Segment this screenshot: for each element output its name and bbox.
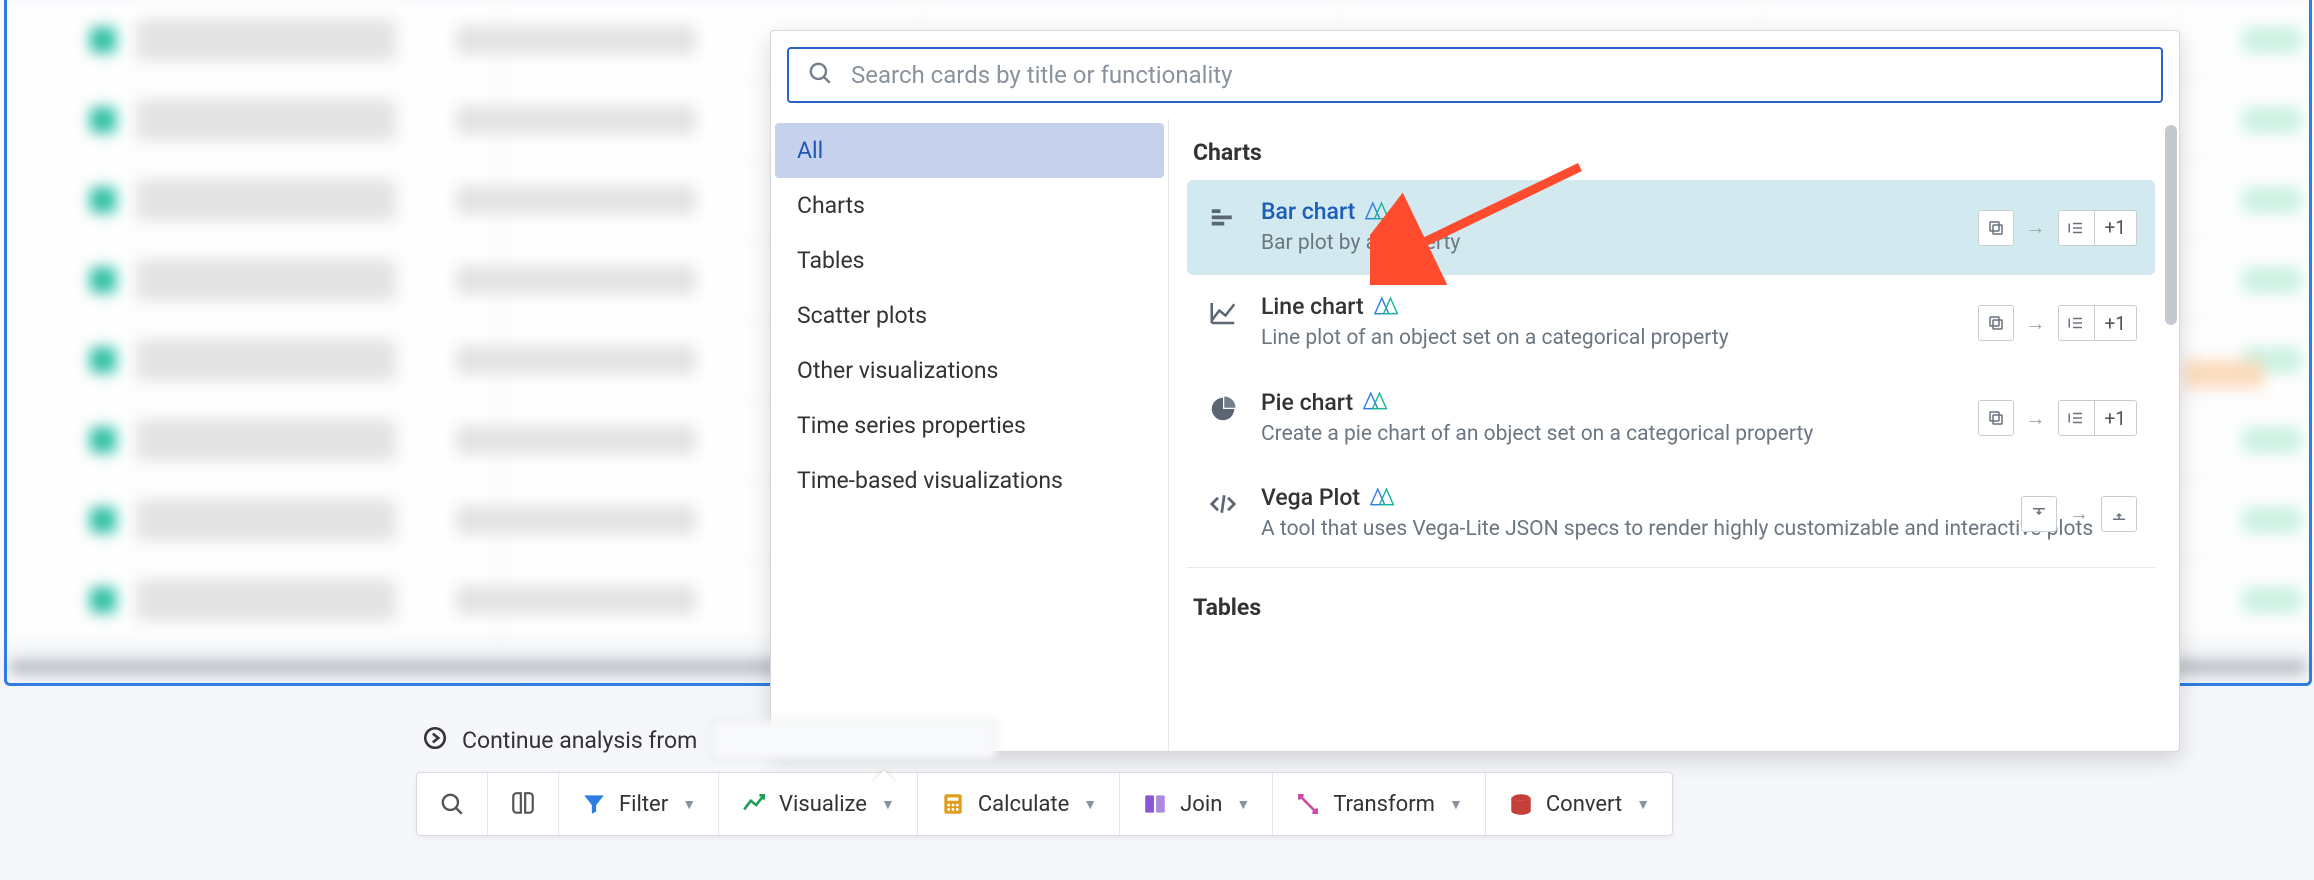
toolbar-join-button[interactable]: Join ▼: [1120, 773, 1273, 835]
card-desc: A tool that uses Vega-Lite JSON specs to…: [1261, 515, 2135, 543]
results-list[interactable]: Charts Bar chart Bar plot by a property: [1169, 119, 2179, 751]
toolbar-transform-label: Transform: [1333, 792, 1435, 817]
collapse-button[interactable]: [2021, 496, 2057, 532]
card-bar-chart[interactable]: Bar chart Bar plot by a property → +1: [1187, 180, 2155, 275]
toolbar-calculate-label: Calculate: [978, 792, 1069, 817]
duplicate-button[interactable]: [1978, 400, 2014, 436]
overlap-icon: [1365, 199, 1391, 225]
plus-count: +1: [2095, 407, 2136, 430]
expand-button[interactable]: [2101, 496, 2137, 532]
chevron-down-icon: ▼: [881, 796, 895, 813]
card-title: Pie chart: [1261, 389, 1353, 416]
continue-target-chip[interactable]: [711, 720, 997, 760]
toolbar-convert-label: Convert: [1546, 792, 1622, 817]
sidebar-item-timebased[interactable]: Time-based visualizations: [775, 453, 1164, 508]
sidebar-item-tables[interactable]: Tables: [775, 233, 1164, 288]
pie-chart-icon: [1207, 393, 1239, 425]
chevron-down-icon: ▼: [1083, 796, 1097, 813]
analysis-toolbar: Filter ▼ Visualize ▼ Calculate ▼ Join ▼ …: [416, 772, 1673, 836]
chevron-down-icon: ▼: [1236, 796, 1250, 813]
overlap-icon: [1370, 485, 1396, 511]
chevron-down-icon: ▼: [1636, 796, 1650, 813]
arrow-icon: →: [2069, 501, 2089, 526]
search-box[interactable]: [787, 47, 2163, 103]
duplicate-button[interactable]: [1978, 210, 2014, 246]
toolbar-filter-label: Filter: [619, 792, 668, 817]
search-icon: [807, 60, 833, 90]
plus-count: +1: [2095, 216, 2136, 239]
search-input[interactable]: [851, 61, 2143, 89]
sidebar-item-other[interactable]: Other visualizations: [775, 343, 1164, 398]
sidebar-item-timeseries[interactable]: Time series properties: [775, 398, 1164, 453]
category-sidebar: All Charts Tables Scatter plots Other vi…: [771, 119, 1169, 751]
overlap-icon: [1374, 294, 1400, 320]
section-title-charts: Charts: [1187, 119, 2155, 180]
sidebar-item-scatter[interactable]: Scatter plots: [775, 288, 1164, 343]
card-line-chart[interactable]: Line chart Line plot of an object set on…: [1187, 275, 2155, 370]
toolbar-visualize-button[interactable]: Visualize ▼: [719, 773, 918, 835]
card-title: Vega Plot: [1261, 484, 1360, 511]
expand-button[interactable]: +1: [2058, 210, 2137, 246]
continue-icon: [422, 725, 448, 755]
results-scrollbar[interactable]: [2165, 125, 2177, 325]
continue-label: Continue analysis from: [462, 727, 697, 754]
card-title: Bar chart: [1261, 198, 1355, 225]
expand-button[interactable]: +1: [2058, 400, 2137, 436]
arrow-icon: →: [2026, 215, 2046, 240]
chevron-down-icon: ▼: [1449, 796, 1463, 813]
sidebar-item-charts[interactable]: Charts: [775, 178, 1164, 233]
toolbar-transform-button[interactable]: Transform ▼: [1273, 773, 1486, 835]
toolbar-search-button[interactable]: [417, 773, 488, 835]
toolbar-join-label: Join: [1180, 792, 1222, 817]
arrow-icon: →: [2026, 406, 2046, 431]
toolbar-convert-button[interactable]: Convert ▼: [1486, 773, 1672, 835]
chevron-down-icon: ▼: [682, 796, 696, 813]
toolbar-caret: [872, 770, 896, 782]
code-icon: [1207, 488, 1239, 520]
section-title-tables: Tables: [1187, 574, 2155, 635]
line-chart-icon: [1207, 297, 1239, 329]
toolbar-calculate-button[interactable]: Calculate ▼: [918, 773, 1120, 835]
card-pie-chart[interactable]: Pie chart Create a pie chart of an objec…: [1187, 371, 2155, 466]
card-vega-plot[interactable]: Vega Plot A tool that uses Vega-Lite JSO…: [1187, 466, 2155, 561]
overlap-icon: [1363, 389, 1389, 415]
toolbar-filter-button[interactable]: Filter ▼: [559, 773, 719, 835]
sidebar-item-all[interactable]: All: [775, 123, 1164, 178]
expand-button[interactable]: +1: [2058, 305, 2137, 341]
continue-analysis-row: Continue analysis from: [416, 720, 1673, 760]
duplicate-button[interactable]: [1978, 305, 2014, 341]
toolbar-visualize-label: Visualize: [779, 792, 867, 817]
card-title: Line chart: [1261, 293, 1364, 320]
toolbar-library-button[interactable]: [488, 773, 559, 835]
plus-count: +1: [2095, 312, 2136, 335]
card-picker-popup: All Charts Tables Scatter plots Other vi…: [770, 30, 2180, 752]
bar-chart-icon: [1207, 202, 1239, 234]
arrow-icon: →: [2026, 311, 2046, 336]
